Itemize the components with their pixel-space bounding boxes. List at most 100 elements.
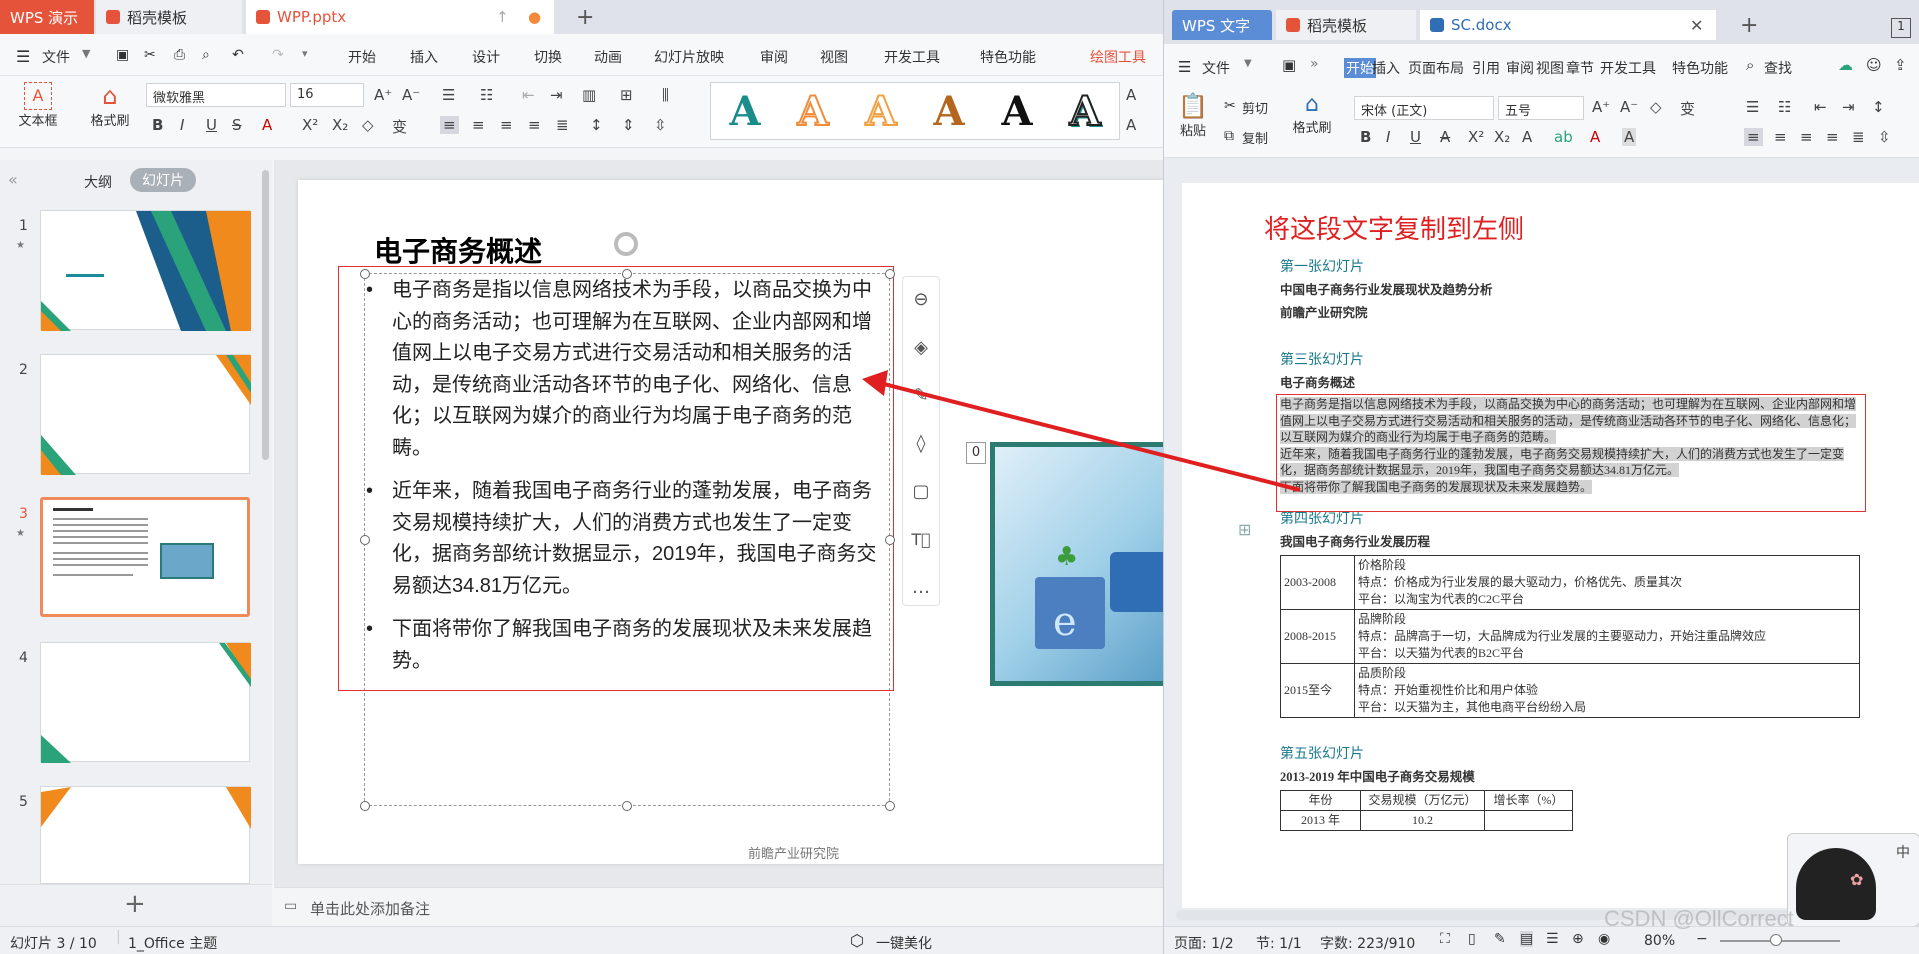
document-page[interactable]: 将这段文字复制到左侧 第一张幻灯片 中国电子商务行业发展现状及趋势分析 前瞻产业… <box>1182 183 1919 908</box>
menu-developer[interactable]: 开发工具 <box>884 47 940 67</box>
menu-drawing-tools[interactable]: 绘图工具 <box>1090 47 1146 67</box>
superscript-icon[interactable]: X² <box>1468 128 1484 146</box>
cut-icon[interactable]: ✂ <box>1224 98 1236 114</box>
zoom-out-icon[interactable]: − <box>1696 931 1708 947</box>
fill-icon[interactable]: ◊ <box>903 421 939 469</box>
font-color-icon[interactable]: A <box>262 116 272 134</box>
ime-icon[interactable]: 中 <box>1896 842 1910 862</box>
slide-title[interactable]: 电子商务概述 <box>374 230 542 270</box>
increase-indent-icon[interactable]: ⇥ <box>1842 98 1855 116</box>
font-color-icon[interactable]: A <box>1590 128 1600 146</box>
border-icon[interactable]: ▢ <box>903 469 939 517</box>
wordart-style-black[interactable]: A <box>1001 88 1032 135</box>
decrease-indent-icon[interactable]: ⇤ <box>522 86 535 104</box>
more-chevron-icon[interactable]: » <box>1310 56 1319 72</box>
clip-icon[interactable]: ✂ <box>144 47 156 63</box>
ecommerce-image[interactable]: e ♣ <box>990 442 1168 686</box>
customize-icon[interactable]: ▾ <box>302 47 308 60</box>
resize-handle[interactable] <box>360 269 370 279</box>
cut-button[interactable]: 剪切 <box>1242 98 1268 117</box>
menu-view[interactable]: 视图 <box>820 47 848 67</box>
text-fill-icon[interactable]: A <box>1126 86 1136 104</box>
menu-review[interactable]: 审阅 <box>760 47 788 67</box>
close-tab-icon[interactable]: ✕ <box>1690 16 1703 35</box>
hamburger-icon[interactable]: ☰ <box>1178 58 1191 76</box>
fullscreen-icon[interactable]: ⛶ <box>1440 931 1450 947</box>
collapse-toolbar-icon[interactable]: ⊖ <box>903 277 939 325</box>
panel-scrollbar[interactable] <box>262 170 269 460</box>
beautify-button[interactable]: 一键美化 <box>876 933 932 953</box>
zoom-level[interactable]: 80% <box>1644 933 1675 949</box>
scale-table[interactable]: 年份 交易规模（万亿元） 增长率（%） 2013 年 10.2 <box>1280 790 1573 831</box>
change-case-icon[interactable]: 变 <box>1680 98 1695 119</box>
slide-thumbnail-4[interactable] <box>40 642 251 763</box>
tab-sc-docx[interactable]: SC.docx ✕ <box>1420 10 1716 40</box>
resize-handle[interactable] <box>360 801 370 811</box>
line-spacing-icon[interactable]: ⇳ <box>1878 128 1891 146</box>
align-left-icon[interactable]: ≡ <box>440 116 459 134</box>
notes-bar[interactable]: ▭ 单击此处添加备注 <box>274 887 1163 926</box>
menu-transition[interactable]: 切换 <box>534 47 562 67</box>
justify-icon[interactable]: ≡ <box>1826 128 1839 146</box>
paragraph-handle-icon[interactable]: ⊞ <box>1238 520 1251 539</box>
slide-thumbnail-2[interactable] <box>40 354 251 475</box>
new-tab-button[interactable]: + <box>1730 10 1758 40</box>
outline-tab[interactable]: 大纲 <box>84 172 112 192</box>
menu-insert[interactable]: 插入 <box>410 47 438 67</box>
collapse-panel-icon[interactable]: « <box>8 170 18 189</box>
menu-design[interactable]: 设计 <box>472 47 500 67</box>
menu-insert[interactable]: 插入 <box>1372 58 1400 78</box>
font-size-select[interactable]: 16 <box>290 83 364 107</box>
align-text-icon[interactable]: ⫼ <box>662 86 669 104</box>
outline-view-icon[interactable]: ☰ <box>1546 931 1559 947</box>
menu-slideshow[interactable]: 幻灯片放映 <box>654 47 724 67</box>
change-case-icon[interactable]: 变 <box>392 116 407 137</box>
menu-features[interactable]: 特色功能 <box>980 47 1036 67</box>
notes-placeholder[interactable]: 单击此处添加备注 <box>310 898 430 919</box>
menu-sections[interactable]: 章节 <box>1566 58 1594 78</box>
selected-paragraphs[interactable]: 电子商务是指以信息网络技术为手段，以商品交换为中心的商务活动；也可理解为在互联网… <box>1276 394 1866 512</box>
resize-handle[interactable] <box>885 801 895 811</box>
user-icon[interactable]: ☺ <box>1866 56 1882 74</box>
copy-icon[interactable]: ⧉ <box>1224 128 1234 144</box>
reading-mode-icon[interactable]: ▯ <box>1468 931 1476 947</box>
preview-icon[interactable]: ⌕ <box>202 47 210 63</box>
text-effect-icon[interactable]: A <box>1522 128 1532 146</box>
eye-icon[interactable]: ◉ <box>1598 931 1610 947</box>
resize-handle[interactable] <box>360 535 370 545</box>
distribute-icon[interactable]: ≣ <box>1852 128 1865 146</box>
sort-icon[interactable]: ↕ <box>1872 98 1885 116</box>
strikethrough-icon[interactable]: A <box>1440 128 1450 146</box>
font-family-select[interactable]: 宋体 (正文) <box>1354 96 1494 120</box>
align-left-icon[interactable]: ≡ <box>1744 128 1763 146</box>
tab-wps-writer[interactable]: WPS 文字 <box>1172 10 1272 40</box>
upload-icon[interactable]: ↑ <box>496 8 509 26</box>
wordart-style-orange-outline[interactable]: A <box>796 87 829 136</box>
wordart-style-black-outline[interactable]: A <box>1068 87 1101 136</box>
slide-thumbnail-3-selected[interactable] <box>40 497 250 617</box>
shrink-font-icon[interactable]: A⁻ <box>1620 98 1638 116</box>
print-icon[interactable]: ⎙ <box>174 47 185 63</box>
menu-animation[interactable]: 动画 <box>594 47 622 67</box>
share-icon[interactable]: ⇪ <box>1894 56 1907 74</box>
new-tab-button[interactable]: + <box>566 0 596 34</box>
align-center-icon[interactable]: ≡ <box>1774 128 1787 146</box>
add-slide-button[interactable]: + <box>124 889 146 919</box>
tab-wps-presentation[interactable]: WPS 演示 <box>0 0 94 34</box>
window-count-badge[interactable]: 1 <box>1891 18 1911 38</box>
format-painter-button[interactable]: ⌂ 格式刷 <box>82 82 138 129</box>
tab-template[interactable]: 稻壳模板 <box>1276 10 1416 40</box>
subscript-icon[interactable]: X₂ <box>1494 128 1510 146</box>
paste-button[interactable]: 📋 粘贴 <box>1172 92 1214 139</box>
bullet-list-icon[interactable]: ☰ <box>1746 98 1759 116</box>
chevron-down-icon[interactable]: ▼ <box>82 47 90 60</box>
zoom-slider-thumb[interactable] <box>1770 934 1782 946</box>
undo-icon[interactable]: ↶ <box>232 47 244 63</box>
increase-indent-icon[interactable]: ⇥ <box>550 86 563 104</box>
align-center-icon[interactable]: ≡ <box>472 116 485 134</box>
decrease-indent-icon[interactable]: ⇤ <box>1814 98 1827 116</box>
chevron-down-icon[interactable]: ▼ <box>1244 58 1252 69</box>
page-view-icon[interactable]: ▤ <box>1520 931 1534 947</box>
bold-icon[interactable]: B <box>1360 128 1371 146</box>
paragraph-settings-icon[interactable]: ⇳ <box>654 116 667 134</box>
